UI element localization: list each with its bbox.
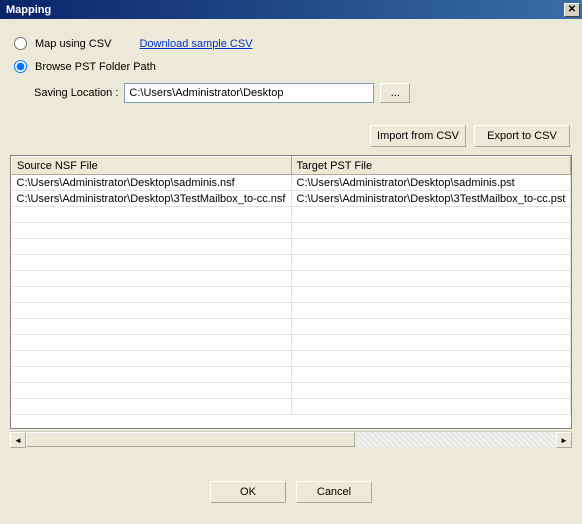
cell-target: C:\Users\Administrator\Desktop\3TestMail… <box>291 191 571 207</box>
radio-map-csv[interactable] <box>14 37 27 50</box>
titlebar: Mapping ✕ <box>0 0 582 19</box>
scroll-left-arrow[interactable]: ◄ <box>10 432 26 448</box>
table-row[interactable] <box>12 351 571 367</box>
mapping-table: Source NSF File Target PST File C:\Users… <box>10 155 572 429</box>
scroll-thumb[interactable] <box>26 432 355 447</box>
radio-browse-pst[interactable] <box>14 60 27 73</box>
cell-source: C:\Users\Administrator\Desktop\sadminis.… <box>12 175 292 191</box>
download-sample-link[interactable]: Download sample CSV <box>139 38 252 50</box>
table-row[interactable] <box>12 239 571 255</box>
ok-button[interactable]: OK <box>210 481 286 503</box>
saving-location-input[interactable] <box>124 83 374 103</box>
table-row[interactable] <box>12 367 571 383</box>
col-source-header[interactable]: Source NSF File <box>12 157 292 175</box>
cell-source: C:\Users\Administrator\Desktop\3TestMail… <box>12 191 292 207</box>
table-row[interactable] <box>12 255 571 271</box>
scroll-right-arrow[interactable]: ► <box>556 432 572 448</box>
radio-map-csv-label: Map using CSV <box>35 38 111 50</box>
table-row[interactable] <box>12 335 571 351</box>
table-row[interactable] <box>12 319 571 335</box>
option-browse-pst[interactable]: Browse PST Folder Path <box>14 60 572 73</box>
chevron-left-icon: ◄ <box>14 436 22 445</box>
table-row[interactable] <box>12 303 571 319</box>
table-row[interactable] <box>12 399 571 415</box>
chevron-right-icon: ► <box>560 436 568 445</box>
export-csv-button[interactable]: Export to CSV <box>474 125 570 147</box>
close-icon: ✕ <box>568 4 576 15</box>
table-row[interactable] <box>12 207 571 223</box>
window-title: Mapping <box>6 4 564 16</box>
table-row[interactable]: C:\Users\Administrator\Desktop\3TestMail… <box>12 191 571 207</box>
scroll-track[interactable] <box>26 432 556 447</box>
table-row[interactable] <box>12 271 571 287</box>
table-row[interactable] <box>12 223 571 239</box>
option-map-csv[interactable]: Map using CSV Download sample CSV <box>14 37 572 50</box>
horizontal-scrollbar[interactable]: ◄ ► <box>10 431 572 447</box>
browse-button[interactable]: ... <box>380 83 410 103</box>
radio-browse-pst-label: Browse PST Folder Path <box>35 61 156 73</box>
table-row[interactable] <box>12 383 571 399</box>
saving-location-label: Saving Location : <box>34 87 118 99</box>
import-csv-button[interactable]: Import from CSV <box>370 125 466 147</box>
cancel-button[interactable]: Cancel <box>296 481 372 503</box>
table-row[interactable]: C:\Users\Administrator\Desktop\sadminis.… <box>12 175 571 191</box>
cell-target: C:\Users\Administrator\Desktop\sadminis.… <box>291 175 571 191</box>
close-button[interactable]: ✕ <box>564 3 580 17</box>
col-target-header[interactable]: Target PST File <box>291 157 571 175</box>
table-row[interactable] <box>12 287 571 303</box>
